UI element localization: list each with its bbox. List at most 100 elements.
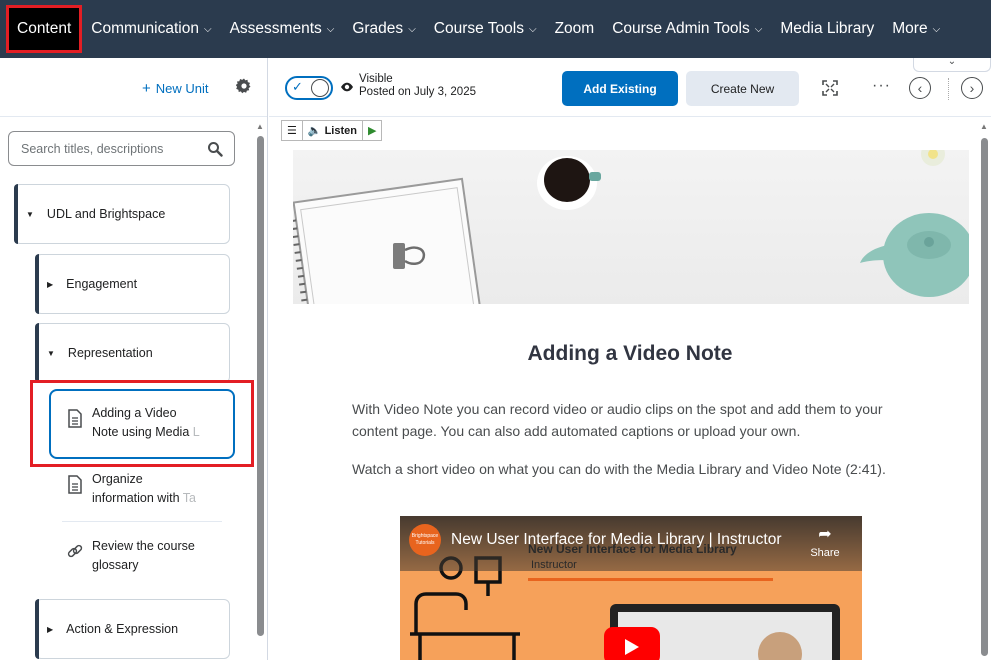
share-button[interactable]: ➦ Share — [805, 524, 845, 559]
listen-button[interactable]: 🔈 Listen — [303, 121, 363, 140]
nav-media-library-label: Media Library — [780, 20, 875, 37]
eye-icon — [341, 82, 353, 92]
caret-right-icon: ▶ — [47, 279, 54, 289]
topic-line2: Note using Media L — [92, 423, 200, 442]
search-input[interactable]: Search titles, descriptions — [8, 131, 235, 166]
fullscreen-icon[interactable] — [822, 80, 838, 96]
checkmark-icon: ✓ — [292, 79, 303, 94]
video-title[interactable]: New User Interface for Media Library | I… — [451, 531, 782, 549]
chevron-right-icon: › — [969, 80, 975, 96]
readspeaker-toolbar: ☰ 🔈 Listen ▶ — [281, 120, 383, 141]
gear-icon[interactable] — [236, 78, 252, 94]
desk-photo-illustration — [293, 150, 969, 304]
left-scrollbar[interactable] — [257, 136, 264, 636]
youtube-play-button[interactable] — [604, 627, 660, 660]
table-of-contents-panel: + New Unit Search titles, descriptions ▲… — [0, 58, 268, 660]
scroll-up-arrow[interactable]: ▲ — [256, 122, 264, 131]
unit-action-expression[interactable]: ▶ Action & Expression — [35, 599, 230, 659]
nav-content[interactable]: Content — [6, 5, 83, 53]
unit-engagement[interactable]: ▶ Engagement — [35, 254, 230, 314]
toolbar-divider — [269, 116, 991, 117]
unit-indicator — [35, 599, 39, 659]
panel-divider — [0, 116, 267, 117]
content-paragraph-1: With Video Note you can record video or … — [352, 401, 883, 439]
chevron-down-icon: ⌵ — [203, 23, 212, 35]
content-paragraph-2: Watch a short video on what you can do w… — [352, 461, 886, 477]
page-title: Adding a Video Note — [527, 342, 733, 365]
play-button[interactable]: ▶ — [363, 121, 381, 140]
nav-grades[interactable]: Grades ⌵ — [343, 0, 424, 58]
caret-down-icon: ▼ — [26, 209, 34, 219]
next-topic-button[interactable]: › — [961, 77, 983, 99]
topic-text: Organize information with Ta — [92, 470, 196, 508]
unit-label: Representation — [67, 346, 153, 360]
topic-line1: Review the course — [92, 539, 195, 553]
share-arrow-icon: ➦ — [818, 526, 832, 543]
channel-logo[interactable]: Brightspace Tutorials — [409, 524, 441, 556]
topic-text: Adding a Video Note using Media L — [92, 404, 200, 442]
posted-date: Posted on July 3, 2025 — [359, 86, 476, 98]
visibility-label: Visible — [359, 73, 393, 85]
search-placeholder: Search titles, descriptions — [21, 141, 164, 156]
scroll-up-arrow[interactable]: ▲ — [980, 122, 988, 131]
nav-course-tools-label: Course Tools — [433, 20, 524, 37]
new-unit-button[interactable]: + New Unit — [142, 80, 209, 97]
slide-accent-line — [528, 578, 773, 581]
unit-label: Engagement — [66, 277, 138, 291]
topic-line1: Organize — [92, 472, 143, 486]
chevron-left-icon: ‹ — [917, 80, 923, 96]
visibility-status: Visible Posted on July 3, 2025 — [359, 73, 476, 99]
previous-topic-button[interactable]: ‹ — [909, 77, 931, 99]
unit-label: UDL and Brightspace — [46, 207, 166, 221]
more-options-button[interactable]: ··· — [872, 77, 891, 95]
readspeaker-menu-button[interactable]: ☰ — [282, 121, 303, 140]
nav-more-label: More — [892, 20, 928, 37]
nav-media-library[interactable]: Media Library — [771, 0, 883, 58]
chevron-down-icon: ⌄ — [947, 58, 957, 67]
nav-grades-label: Grades — [352, 20, 404, 37]
chevron-down-icon: ⌵ — [408, 23, 416, 35]
nav-assessments-label: Assessments — [229, 20, 322, 37]
topic-line2: glossary — [92, 558, 139, 572]
banner-image — [293, 150, 969, 304]
nav-course-admin-tools-label: Course Admin Tools — [612, 20, 750, 37]
nav-assessments[interactable]: Assessments ⌵ — [221, 0, 344, 58]
topic-line2-text: information with — [92, 491, 183, 505]
topic-organize-information[interactable]: Organize information with Ta — [67, 470, 196, 508]
nav-communication[interactable]: Communication ⌵ — [82, 0, 220, 58]
topic-line2-faded: L — [192, 425, 200, 439]
topic-line2: information with Ta — [92, 489, 196, 508]
caret-down-icon: ▼ — [47, 348, 55, 358]
document-icon — [68, 409, 82, 428]
nav-course-tools[interactable]: Course Tools ⌵ — [425, 0, 546, 58]
course-navbar: Content Communication ⌵ Assessments ⌵ Grad… — [0, 0, 991, 58]
search-icon[interactable] — [207, 141, 223, 157]
collapse-toolbar-button[interactable]: ⌄ — [913, 58, 991, 72]
nav-course-admin-tools[interactable]: Course Admin Tools ⌵ — [603, 0, 771, 58]
topic-line1: Adding a Video — [92, 406, 177, 420]
new-unit-label: New Unit — [155, 81, 209, 96]
unit-representation[interactable]: ▼ Representation — [35, 323, 230, 383]
play-icon — [625, 639, 639, 655]
create-new-button[interactable]: Create New — [686, 71, 799, 106]
chevron-down-icon: ⌵ — [754, 23, 763, 35]
unit-indicator — [35, 323, 39, 383]
speaker-icon: 🔈 — [307, 125, 322, 137]
topic-adding-video-note[interactable]: Adding a Video Note using Media L — [67, 404, 200, 442]
share-label: Share — [810, 547, 840, 559]
play-icon: ▶ — [367, 125, 377, 137]
nav-more[interactable]: More ⌵ — [883, 0, 949, 58]
unit-indicator — [35, 254, 39, 314]
video-embed[interactable]: Brightspace Tutorials New User Interface… — [400, 516, 862, 660]
nav-zoom-label: Zoom — [554, 20, 595, 37]
listen-label: Listen — [324, 124, 357, 137]
slide-subtitle: Instructor — [531, 559, 577, 571]
unit-udl-and-brightspace[interactable]: ▼ UDL and Brightspace — [14, 184, 230, 244]
topic-line2-faded: Ta — [182, 491, 196, 505]
content-scrollbar[interactable] — [981, 138, 988, 656]
visibility-toggle[interactable]: ✓ — [285, 76, 333, 100]
nav-content-label: Content — [17, 20, 72, 37]
topic-review-glossary[interactable]: Review the course glossary — [67, 537, 195, 575]
nav-zoom[interactable]: Zoom — [546, 0, 604, 58]
add-existing-button[interactable]: Add Existing — [562, 71, 678, 106]
